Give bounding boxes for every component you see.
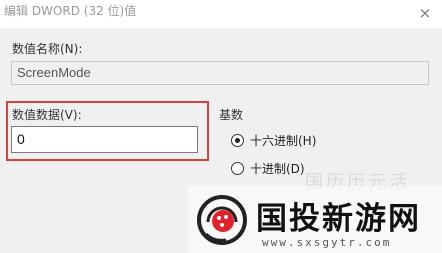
radio-hexadecimal[interactable]: 十六进制(H) (231, 132, 316, 149)
title-bar: 编辑 DWORD (32 位)值 × (0, 0, 442, 28)
watermark-url: www.sxsgytr.com (262, 236, 392, 249)
radio-hexadecimal-label: 十六进制(H) (250, 134, 317, 148)
value-data-input[interactable]: 0 (11, 126, 198, 153)
radio-decimal-label: 十进制(D) (250, 162, 305, 176)
value-name-field[interactable]: ScreenMode (11, 61, 429, 85)
radio-decimal[interactable]: 十进制(D) (231, 160, 305, 177)
radio-hexadecimal-indicator[interactable] (231, 134, 244, 147)
value-data-label: 数值数据(V): (12, 108, 82, 122)
watermark-logo-icon (197, 195, 247, 245)
window-title: 编辑 DWORD (32 位)值 (4, 4, 137, 18)
watermark-site-name: 国投新游网 (256, 201, 421, 237)
base-group-label: 基数 (219, 108, 244, 122)
value-name-label: 数值名称(N): (12, 42, 83, 56)
close-button[interactable]: × (414, 3, 436, 23)
radio-decimal-indicator[interactable] (231, 162, 244, 175)
